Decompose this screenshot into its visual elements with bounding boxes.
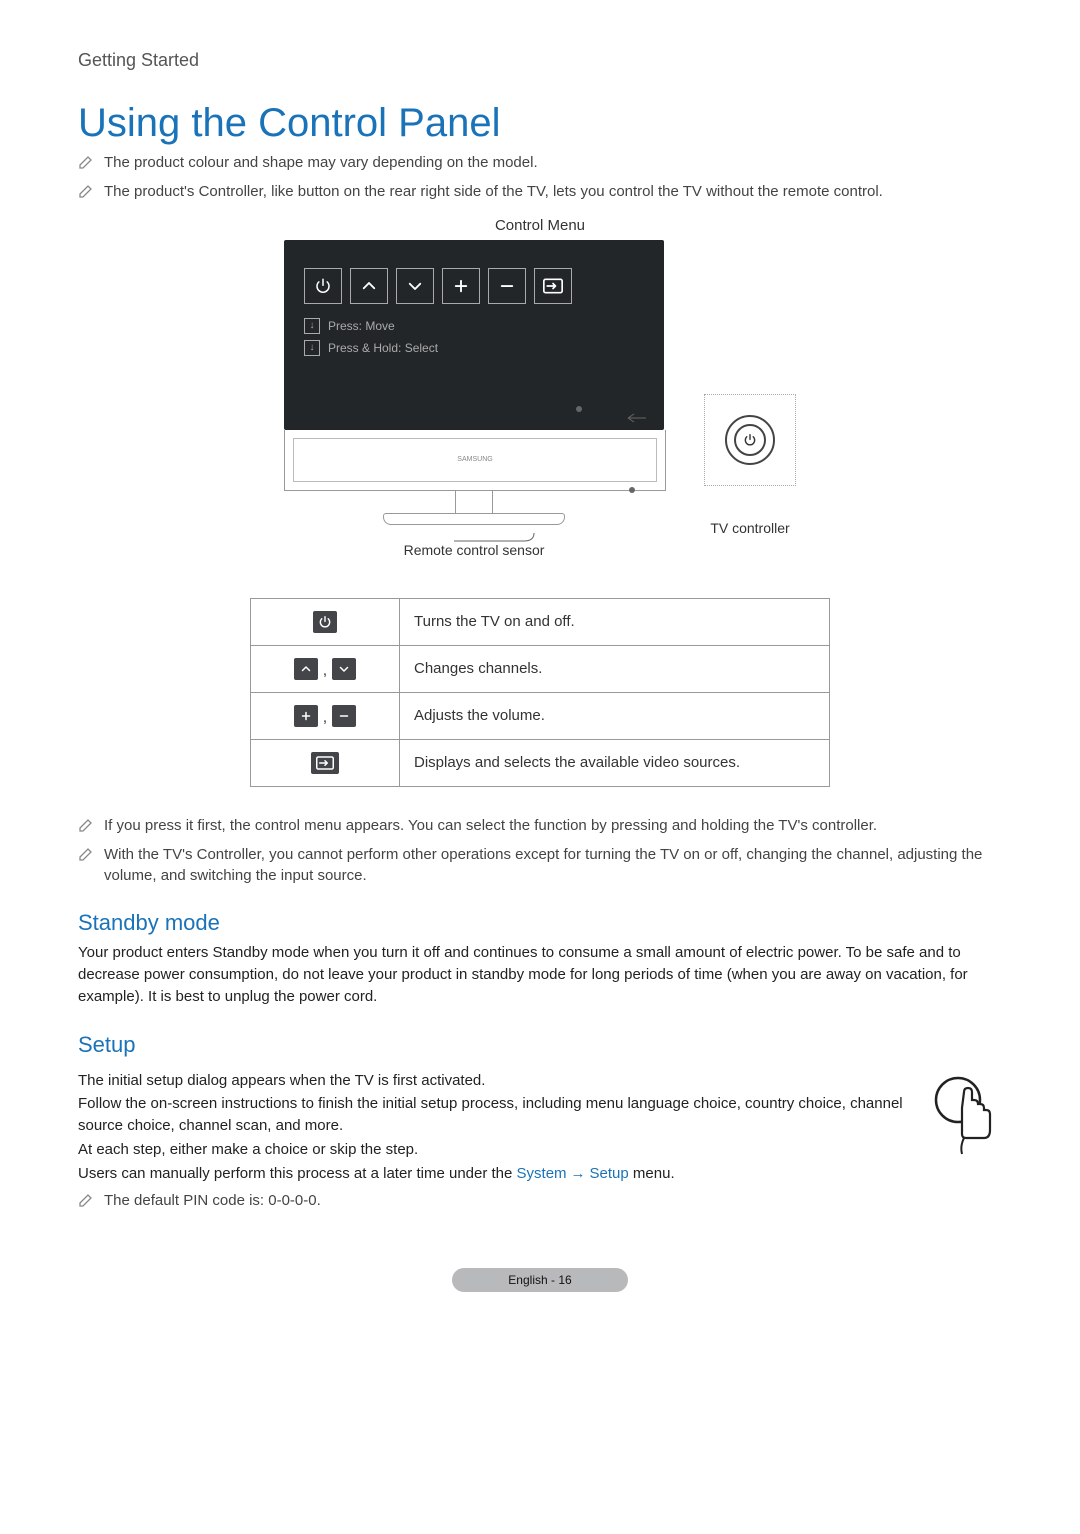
control-menu-caption: Control Menu <box>78 217 1002 234</box>
note-text: The product colour and shape may vary de… <box>104 152 1002 173</box>
pencil-icon <box>78 183 94 199</box>
table-row: , Changes channels. <box>251 645 830 692</box>
press-gesture-icon <box>930 1068 1002 1163</box>
tv-stand-base <box>383 513 565 525</box>
down-icon <box>396 268 434 304</box>
note-text: The default PIN code is: 0-0-0-0. <box>104 1190 912 1211</box>
note-item: The default PIN code is: 0-0-0-0. <box>78 1190 912 1211</box>
pencil-icon <box>78 817 94 833</box>
plus-icon <box>294 705 318 727</box>
control-menu-figure: ↓ Press: Move ↓ Press & Hold: Select SAM… <box>78 240 1002 558</box>
footer-lang: English <box>508 1273 547 1287</box>
separator: , <box>322 709 332 726</box>
footer-page: 16 <box>558 1273 571 1287</box>
up-icon <box>350 268 388 304</box>
setup-heading: Setup <box>78 1032 1002 1058</box>
hint-hold-text: Press & Hold: Select <box>328 341 438 355</box>
system-link[interactable]: System <box>517 1165 567 1182</box>
setup-p2: Follow the on-screen instructions to fin… <box>78 1093 912 1137</box>
note-text: If you press it first, the control menu … <box>104 815 1002 836</box>
setup-p3: At each step, either make a choice or sk… <box>78 1139 912 1161</box>
power-icon <box>313 611 337 633</box>
setup-p4-suffix: menu. <box>629 1165 675 1182</box>
arrow-down-icon: ↓ <box>304 340 320 356</box>
plus-icon <box>442 268 480 304</box>
intro-notes: The product colour and shape may vary de… <box>78 152 1002 203</box>
source-icon <box>311 752 339 774</box>
setup-p4-prefix: Users can manually perform this process … <box>78 1165 517 1182</box>
minus-icon <box>488 268 526 304</box>
page-title: Using the Control Panel <box>78 101 1002 146</box>
minus-icon <box>332 705 356 727</box>
hint-press: ↓ Press: Move <box>304 318 644 334</box>
pencil-icon <box>78 846 94 862</box>
hint-hold: ↓ Press & Hold: Select <box>304 340 644 356</box>
standby-body: Your product enters Standby mode when yo… <box>78 942 1002 1007</box>
arrow-down-icon: ↓ <box>304 318 320 334</box>
arrow-right-icon: → <box>567 1165 590 1182</box>
note-item: The product's Controller, like button on… <box>78 181 1002 202</box>
note-item: If you press it first, the control menu … <box>78 815 1002 836</box>
up-icon <box>294 658 318 680</box>
table-cell-desc: Changes channels. <box>400 645 830 692</box>
setup-p4: Users can manually perform this process … <box>78 1163 912 1185</box>
source-icon <box>534 268 572 304</box>
table-row: , Adjusts the volume. <box>251 692 830 739</box>
tv-controller-leader <box>620 240 730 560</box>
table-cell-desc: Displays and selects the available video… <box>400 739 830 786</box>
footer-sep: - <box>548 1273 559 1287</box>
table-row: Turns the TV on and off. <box>251 598 830 645</box>
power-icon <box>734 424 766 456</box>
standby-heading: Standby mode <box>78 910 1002 936</box>
page-footer: English - 16 <box>78 1268 1002 1292</box>
note-text: The product's Controller, like button on… <box>104 181 1002 202</box>
table-cell-desc: Adjusts the volume. <box>400 692 830 739</box>
table-row: Displays and selects the available video… <box>251 739 830 786</box>
hint-press-text: Press: Move <box>328 319 395 333</box>
note-item: The product colour and shape may vary de… <box>78 152 1002 173</box>
setup-link[interactable]: Setup <box>590 1165 629 1182</box>
tv-bezel: SAMSUNG <box>284 430 666 491</box>
setup-p1: The initial setup dialog appears when th… <box>78 1070 912 1092</box>
pencil-icon <box>78 1192 94 1208</box>
separator: , <box>322 662 332 679</box>
down-icon <box>332 658 356 680</box>
leader-dot <box>576 406 582 412</box>
note-text: With the TV's Controller, you cannot per… <box>104 844 1002 887</box>
function-table: Turns the TV on and off. , Changes chann… <box>250 598 830 787</box>
tv-stand-neck <box>455 490 493 514</box>
pencil-icon <box>78 154 94 170</box>
tv-screen: ↓ Press: Move ↓ Press & Hold: Select <box>284 240 664 430</box>
power-icon <box>304 268 342 304</box>
post-notes: If you press it first, the control menu … <box>78 815 1002 887</box>
breadcrumb: Getting Started <box>78 50 1002 71</box>
brand-label: SAMSUNG <box>293 438 657 482</box>
note-item: With the TV's Controller, you cannot per… <box>78 844 1002 887</box>
table-cell-desc: Turns the TV on and off. <box>400 598 830 645</box>
